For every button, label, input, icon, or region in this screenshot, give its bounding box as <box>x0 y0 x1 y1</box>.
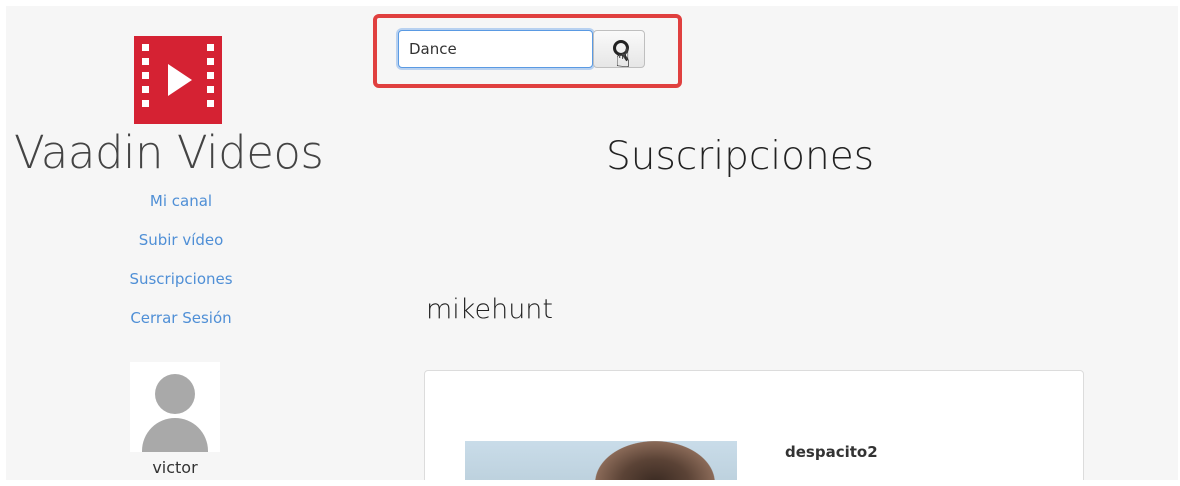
thumbnail-person <box>595 441 715 480</box>
avatar-head <box>155 374 195 414</box>
film-logo-icon <box>134 36 222 124</box>
app-window: Vaadin Videos Mi canal Subir vídeo Suscr… <box>6 6 1178 480</box>
search-input[interactable] <box>398 30 593 68</box>
film-holes-right <box>207 44 214 107</box>
play-icon <box>168 64 192 96</box>
pointer-hand-icon: ☝ <box>615 44 631 74</box>
app-title: Vaadin Videos <box>14 126 324 179</box>
user-avatar[interactable] <box>130 362 220 452</box>
username: victor <box>152 458 198 477</box>
sidebar-nav: Mi canal Subir vídeo Suscripciones Cerra… <box>96 182 266 338</box>
nav-link-subir-video[interactable]: Subir vídeo <box>96 221 266 260</box>
channel-name[interactable]: mikehunt <box>426 294 553 325</box>
nav-link-cerrar-sesion[interactable]: Cerrar Sesión <box>96 299 266 338</box>
video-title[interactable]: despacito2 <box>785 443 878 461</box>
film-holes-left <box>142 44 149 107</box>
nav-link-mi-canal[interactable]: Mi canal <box>96 182 266 221</box>
nav-link-suscripciones[interactable]: Suscripciones <box>96 260 266 299</box>
video-thumbnail[interactable] <box>465 441 737 480</box>
avatar-body <box>142 418 208 452</box>
video-card[interactable]: despacito2 <box>424 370 1084 480</box>
page-title: Suscripciones <box>606 134 875 179</box>
